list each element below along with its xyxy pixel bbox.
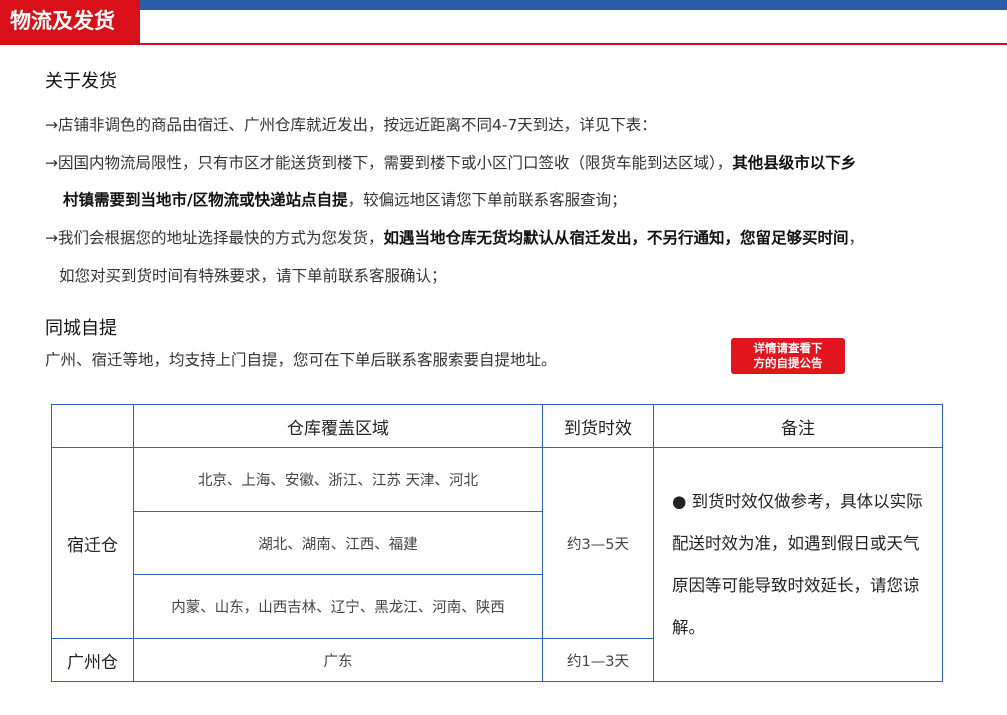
region-cell: 内蒙、山东，山西吉林、辽宁、黑龙江、河南、陕西 xyxy=(133,574,543,639)
shipping-line-4-end: ， xyxy=(848,229,865,247)
table-header-row: 仓库覆盖区域 到货时效 备注 xyxy=(51,404,943,448)
header-blank-cell xyxy=(51,404,134,448)
shipping-line-3-text: ，较偏远地区请您下单前联系客服查询； xyxy=(347,191,627,209)
delivery-time-guangzhou: 约1—3天 xyxy=(542,638,654,682)
shipping-line-2: →因国内物流局限性，只有市区才能送货到楼下，需要到楼下或小区门口签收（限货车能到… xyxy=(45,151,856,173)
delivery-time-suqian: 约3—5天 xyxy=(542,447,654,639)
section-tag: 物流及发货 xyxy=(0,0,140,45)
shipping-line-5: 如您对买到货时间有特殊要求，请下单前联系客服确认； xyxy=(59,267,447,285)
shipping-line-3: 村镇需要到当地市/区物流或快递站点自提，较偏远地区请您下单前联系客服查询； xyxy=(63,188,627,210)
pickup-notice-line-1: 详情请查看下 xyxy=(753,341,823,355)
shipping-line-4-text: →我们会根据您的地址选择最快的方式为您发货， xyxy=(45,229,384,247)
shipping-line-3-bold: 村镇需要到当地市/区物流或快递站点自提 xyxy=(63,191,348,209)
banner-red-line xyxy=(0,43,1007,45)
header-delivery-time: 到货时效 xyxy=(542,404,654,448)
top-banner: 物流及发货 xyxy=(0,0,1007,45)
header-remarks: 备注 xyxy=(653,404,943,448)
shipping-line-2-bold: 其他县级市以下乡 xyxy=(732,154,857,172)
pickup-notice-line-2: 方的自提公告 xyxy=(753,356,823,370)
header-coverage: 仓库覆盖区域 xyxy=(133,404,543,448)
pickup-text: 广州、宿迁等地，均支持上门自提，您可在下单后联系客服索要自提地址。 xyxy=(45,351,557,369)
warehouse-suqian: 宿迁仓 xyxy=(51,447,134,639)
region-cell: 北京、上海、安徽、浙江、江苏 天津、河北 xyxy=(133,447,543,512)
shipping-line-4: →我们会根据您的地址选择最快的方式为您发货，如遇当地仓库无货均默认从宿迁发出，不… xyxy=(45,226,864,248)
table-row: 宿迁仓 北京、上海、安徽、浙江、江苏 天津、河北 约3—5天 ● 到货时效仅做参… xyxy=(51,447,943,682)
remarks-note: ● 到货时效仅做参考，具体以实际配送时效为准，如遇到假日或天气原因等可能导致时效… xyxy=(653,447,943,682)
shipping-line-1: →店铺非调色的商品由宿迁、广州仓库就近发出，按远近距离不同4-7天到达，详见下表… xyxy=(45,116,657,134)
pickup-notice-button[interactable]: 详情请查看下 方的自提公告 xyxy=(731,338,845,374)
warehouse-guangzhou: 广州仓 xyxy=(51,638,134,682)
banner-blue-strip xyxy=(0,0,1007,10)
region-cell: 广东 xyxy=(133,638,543,682)
delivery-table: 仓库覆盖区域 到货时效 备注 宿迁仓 北京、上海、安徽、浙江、江苏 天津、河北 … xyxy=(51,404,943,682)
shipping-title: 关于发货 xyxy=(45,71,117,92)
pickup-title: 同城自提 xyxy=(45,318,117,339)
region-cell: 湖北、湖南、江西、福建 xyxy=(133,511,543,575)
shipping-line-2-text: →因国内物流局限性，只有市区才能送货到楼下，需要到楼下或小区门口签收（限货车能到… xyxy=(45,154,733,172)
shipping-line-4-bold: 如遇当地仓库无货均默认从宿迁发出，不另行通知，您留足够买时间 xyxy=(383,229,849,247)
